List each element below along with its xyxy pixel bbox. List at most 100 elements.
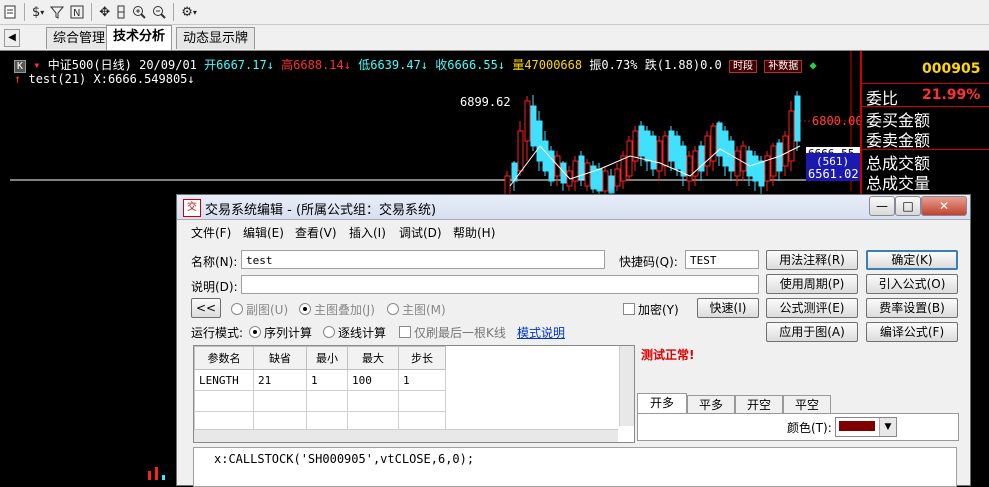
radio-sequence-calc[interactable]: 序列计算 (249, 324, 312, 341)
menu-view[interactable]: 查看(V) (295, 224, 337, 241)
candle-body (536, 120, 543, 162)
candle-body (548, 150, 555, 182)
menu-help[interactable]: 帮助(H) (453, 224, 495, 241)
radio-main-chart[interactable]: 主图(M) (387, 301, 446, 318)
color-select[interactable]: ▼ (835, 417, 897, 437)
svg-text:N: N (73, 8, 80, 19)
param-default-cell[interactable]: 21 (253, 369, 307, 391)
candle-body (560, 162, 567, 184)
candle-body (554, 155, 561, 177)
run-mode-label: 运行模式: (191, 326, 244, 340)
mode-help-link[interactable]: 模式说明 (517, 324, 565, 341)
table-row[interactable] (194, 390, 617, 412)
candle-body (662, 135, 669, 167)
axis-label-6800: 6800.00 (812, 114, 860, 128)
name-field[interactable]: test (241, 250, 605, 269)
menu-insert[interactable]: 插入(I) (349, 224, 386, 241)
chevron-down-icon[interactable]: ▼ (879, 418, 896, 436)
radio-main-overlay[interactable]: 主图叠加(J) (299, 301, 375, 318)
param-min-cell[interactable]: 1 (306, 369, 348, 391)
candle-body (517, 130, 524, 172)
main-toolbar: $ ▾ N ✥ ⚙ ▾ (0, 0, 989, 25)
fee-settings-button[interactable]: 费率设置(B) (866, 298, 958, 318)
usage-note-button[interactable]: 用法注释(R) (766, 250, 858, 270)
grid-vscrollbar[interactable] (619, 346, 634, 426)
toolbar-divider (24, 3, 25, 21)
param-col-name: 参数名 (194, 346, 254, 370)
candle-body (740, 145, 747, 172)
collapse-button[interactable]: << (191, 298, 221, 318)
panel-divider (862, 83, 989, 84)
zoom-out-icon[interactable] (149, 2, 169, 22)
crosshair-icon[interactable] (113, 2, 129, 22)
color-swatch (839, 421, 875, 431)
tab-dynamic-board[interactable]: 动态显示牌 (176, 27, 256, 49)
candle-body (608, 175, 615, 194)
param-col-max: 最大 (347, 346, 399, 370)
dialog-titlebar[interactable]: 交 交易系统编辑 - (所属公式组：交易系统) — □ ✕ (177, 195, 970, 220)
apply-chart-button[interactable]: 应用于图(A) (766, 322, 858, 342)
tab-technical-analysis[interactable]: 技术分析 (106, 25, 173, 50)
tab-open-long[interactable]: 开多 (637, 393, 687, 414)
desc-field[interactable] (241, 275, 759, 294)
document-icon[interactable] (0, 2, 20, 22)
trading-system-editor-dialog: 交 交易系统编辑 - (所属公式组：交易系统) — □ ✕ 文件(F) 编辑(E… (176, 194, 971, 487)
candle-body (596, 168, 603, 192)
table-row[interactable]: LENGTH 21 1 100 1 (194, 369, 617, 391)
desc-label: 说明(D): (191, 280, 238, 294)
zoom-in-icon[interactable] (129, 2, 149, 22)
import-formula-button[interactable]: 引入公式(O) (866, 274, 958, 294)
param-max-cell[interactable]: 100 (347, 369, 399, 391)
formula-test-button[interactable]: 公式测评(E) (766, 298, 858, 318)
formula-icon[interactable]: N (67, 2, 87, 22)
grid-hscrollbar[interactable] (194, 429, 618, 442)
menu-edit[interactable]: 编辑(E) (243, 224, 284, 241)
candle-body (746, 150, 753, 177)
tab-general-management[interactable]: 综合管理 (46, 27, 113, 49)
signal-tabs: 开多 平多 开空 平空 颜色(T): ▼ (637, 393, 959, 441)
dollar-icon[interactable]: $ ▾ (29, 2, 47, 22)
tab-scroll-left-icon[interactable]: ◀ (4, 29, 20, 47)
candle-body (590, 165, 597, 190)
toolbar-divider (91, 3, 93, 21)
param-name-cell[interactable]: LENGTH (194, 369, 254, 391)
tab-close-long[interactable]: 平多 (687, 395, 735, 414)
encrypt-checkbox[interactable]: 加密(Y) (623, 301, 679, 318)
candle-body (770, 145, 777, 177)
tab-bar: ◀ 综合管理 技术分析 动态显示牌 (0, 25, 989, 51)
dialog-title: 交易系统编辑 - (所属公式组：交易系统) (205, 203, 437, 218)
settings-icon[interactable]: ⚙ ▾ (178, 2, 200, 22)
formula-code[interactable]: x:CALLSTOCK('SH000905',vtCLOSE,6,0); (214, 452, 474, 466)
refresh-last-checkbox[interactable]: 仅刷最后一根K线 (399, 324, 506, 341)
filter-icon[interactable] (47, 2, 67, 22)
candle-body (794, 95, 801, 142)
candle-body (626, 140, 633, 177)
name-label: 名称(N): (191, 255, 238, 269)
move-icon[interactable]: ✥ (96, 2, 113, 22)
params-grid[interactable]: 参数名 缺省 最小 最大 步长 LENGTH 21 1 100 1 (193, 345, 635, 443)
test-result-message: 测试正常! (641, 348, 695, 362)
quick-button[interactable]: 快速(I) (697, 298, 759, 318)
param-col-min: 最小 (306, 346, 348, 370)
tab-open-short[interactable]: 开空 (735, 395, 783, 414)
tab-close-short[interactable]: 平空 (783, 395, 831, 414)
menu-file[interactable]: 文件(F) (191, 224, 231, 241)
close-button[interactable]: ✕ (921, 196, 967, 216)
radio-line-calc[interactable]: 逐线计算 (323, 324, 386, 341)
menu-debug[interactable]: 调试(D) (399, 224, 442, 241)
maximize-button[interactable]: □ (895, 196, 921, 216)
candle-body (752, 155, 759, 182)
code-editor[interactable]: x:CALLSTOCK('SH000905',vtCLOSE,6,0); (193, 447, 957, 487)
shortcut-field[interactable]: TEST (685, 250, 759, 269)
stock-code: 000905 (922, 61, 981, 77)
compile-formula-button[interactable]: 编译公式(F) (866, 322, 958, 342)
param-step-cell[interactable]: 1 (398, 369, 446, 391)
radio-sub-chart[interactable]: 副图(U) (231, 301, 288, 318)
toolbar-divider (173, 3, 175, 21)
color-label: 颜色(T): (787, 421, 832, 435)
confirm-button[interactable]: 确定(K) (866, 250, 958, 270)
candle-body (530, 105, 537, 147)
candle-body (674, 135, 681, 170)
use-period-button[interactable]: 使用周期(P) (766, 274, 858, 294)
minimize-button[interactable]: — (869, 196, 895, 216)
